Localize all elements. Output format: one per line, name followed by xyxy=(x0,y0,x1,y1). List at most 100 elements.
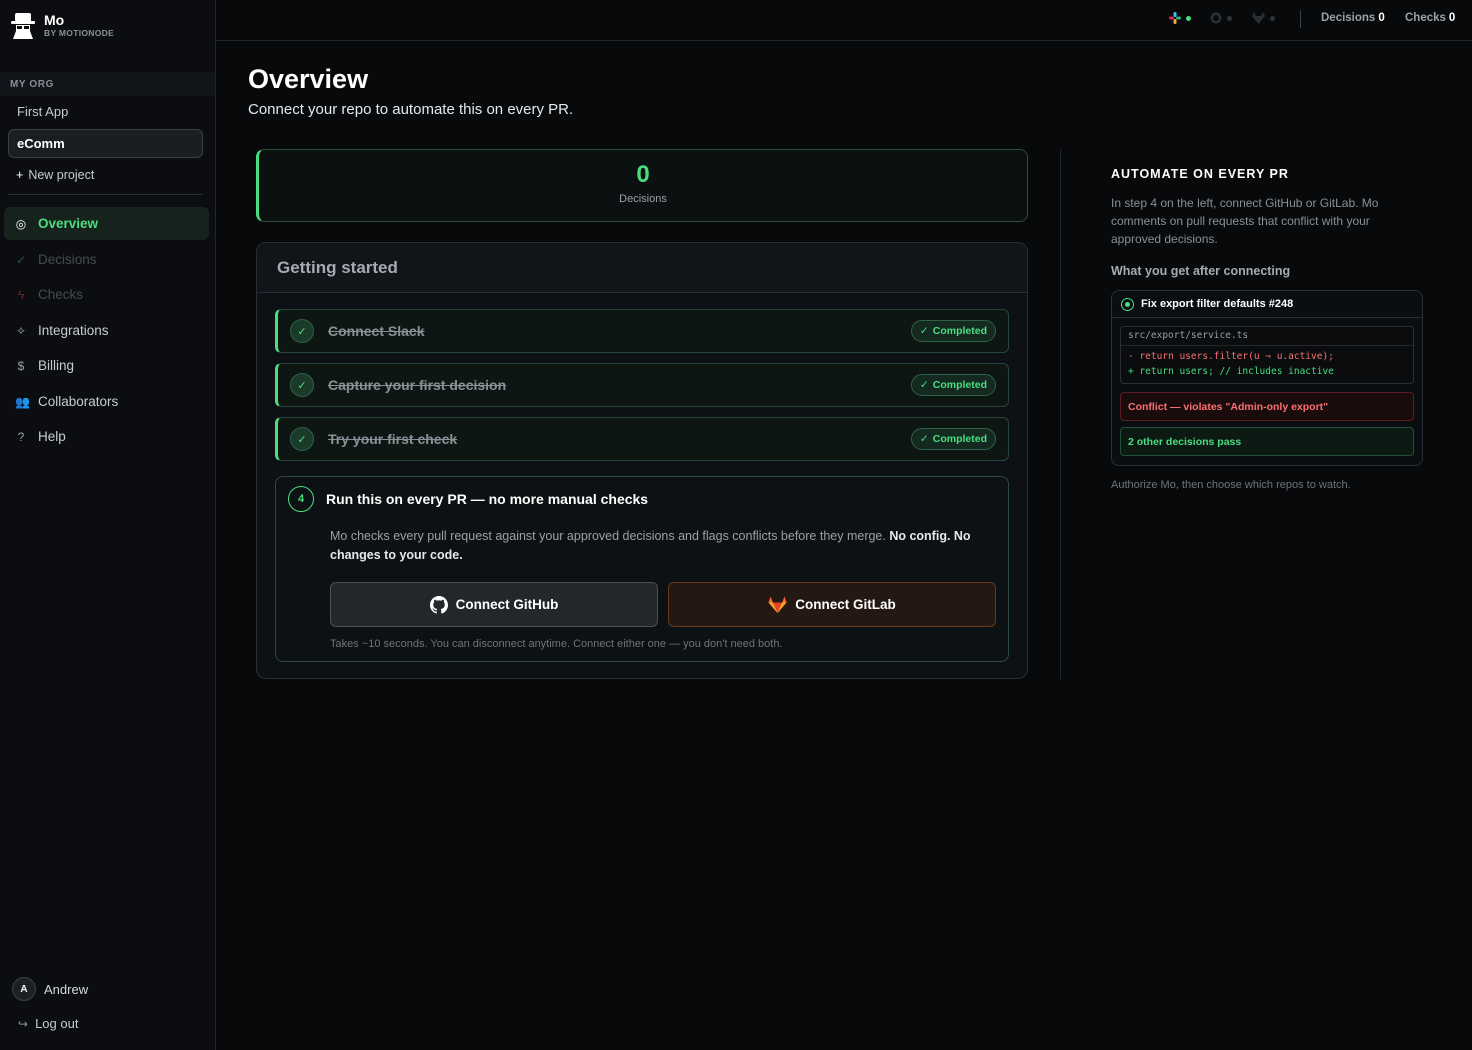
pr-title: Fix export filter defaults #248 xyxy=(1141,298,1294,310)
plus-icon: + xyxy=(16,168,24,182)
getting-started-card: Getting started ✓ Connect Slack ✓ Complet… xyxy=(256,242,1028,679)
checks-stat-count: 0 xyxy=(1448,12,1456,24)
nav-collaborators[interactable]: 👥 Collaborators xyxy=(4,385,209,418)
check-icon: ✓ xyxy=(919,433,929,445)
new-project-button[interactable]: + New project xyxy=(16,168,94,182)
logout-icon: ↪ xyxy=(18,1016,29,1031)
badge-label: Completed xyxy=(932,379,987,391)
bolt-icon: ϟ xyxy=(17,287,25,302)
status-dot xyxy=(1270,15,1275,21)
nav-billing[interactable]: $ Billing xyxy=(4,349,209,382)
decisions-stat-count: 0 xyxy=(1378,12,1385,24)
step-description-text: Mo checks every pull request against you… xyxy=(330,529,890,543)
automate-title: AUTOMATE ON EVERY PR xyxy=(1111,167,1289,181)
github-status[interactable] xyxy=(1210,12,1232,24)
completed-badge: ✓ Completed xyxy=(910,320,996,342)
step-title: Run this on every PR — no more manual ch… xyxy=(326,491,649,507)
check-icon: ✓ xyxy=(919,379,929,391)
slack-status[interactable] xyxy=(1169,12,1191,24)
nav-label: Help xyxy=(38,429,66,444)
diff-removed-line: - return users.filter(u ⇒ u.active); xyxy=(1128,351,1334,362)
logout-label: Log out xyxy=(35,1016,79,1031)
step-description: Mo checks every pull request against you… xyxy=(330,527,994,565)
project-first-app[interactable]: First App xyxy=(8,97,203,126)
nav-decisions[interactable]: ✓ Decisions xyxy=(4,243,209,276)
dollar-icon: $ xyxy=(17,358,25,373)
connect-github-button[interactable]: Connect GitHub xyxy=(330,582,658,627)
nav-label: Billing xyxy=(38,358,75,373)
brand-subtitle: BY MOTIONODE xyxy=(44,28,115,38)
conflict-notice: Conflict — violates "Admin-only export" xyxy=(1120,392,1414,421)
preview-subtitle: What you get after connecting xyxy=(1111,264,1291,278)
connect-gitlab-button[interactable]: Connect GitLab xyxy=(668,582,996,627)
logout-button[interactable]: ↪ Log out xyxy=(18,1016,78,1031)
avatar: A xyxy=(12,977,36,1001)
brand-name: Mo xyxy=(44,12,65,28)
nav-label: Decisions xyxy=(38,252,97,267)
user-profile[interactable]: A Andrew xyxy=(12,977,88,1001)
nav-checks[interactable]: ϟ Checks xyxy=(4,278,209,311)
brand[interactable]: Mo BY MOTIONODE xyxy=(10,12,114,40)
nav-overview[interactable]: ◎ Overview xyxy=(4,207,209,240)
decisions-stat-label: Decisions xyxy=(1321,12,1376,24)
badge-label: Completed xyxy=(932,433,987,445)
status-dot xyxy=(1227,15,1232,21)
divider xyxy=(1300,10,1301,28)
overview-icon: ◎ xyxy=(15,216,27,231)
step-title: Capture your first decision xyxy=(328,377,507,393)
automate-description: In step 4 on the left, connect GitHub or… xyxy=(1111,196,1379,246)
divider xyxy=(8,194,203,195)
step-title: Try your first check xyxy=(328,431,458,447)
gitlab-status[interactable] xyxy=(1252,12,1275,24)
code-file-path: src/export/service.ts xyxy=(1121,327,1413,346)
pr-header: Fix export filter defaults #248 xyxy=(1112,291,1422,318)
diamond-icon: ⟡ xyxy=(17,323,25,337)
check-icon: ✓ xyxy=(15,252,27,267)
step-first-check[interactable]: ✓ Try your first check ✓ Completed xyxy=(275,417,1009,461)
automate-footnote: Authorize Mo, then choose which repos to… xyxy=(1111,479,1351,491)
check-icon: ✓ xyxy=(290,373,314,397)
button-label: Connect GitHub xyxy=(455,597,559,612)
decisions-stat-card[interactable]: 0 Decisions xyxy=(256,149,1028,222)
people-icon: 👥 xyxy=(15,394,30,409)
step-connect-slack[interactable]: ✓ Connect Slack ✓ Completed xyxy=(275,309,1009,353)
step-footnote: Takes ~10 seconds. You can disconnect an… xyxy=(330,638,783,650)
checks-stat[interactable]: Checks 0 xyxy=(1405,12,1455,24)
page-subtitle: Connect your repo to automate this on ev… xyxy=(248,101,574,118)
nav-help[interactable]: ? Help xyxy=(4,420,209,453)
decisions-stat[interactable]: Decisions 0 xyxy=(1321,12,1385,24)
step-number: 4 xyxy=(288,486,314,512)
getting-started-title: Getting started xyxy=(257,243,1027,293)
org-label: MY ORG xyxy=(0,72,215,96)
step-capture-decision[interactable]: ✓ Capture your first decision ✓ Completed xyxy=(275,363,1009,407)
decisions-label: Decisions xyxy=(619,193,667,205)
new-project-label: New project xyxy=(28,168,95,182)
nav-label: Collaborators xyxy=(38,394,119,409)
sidebar: Mo BY MOTIONODE MY ORG First App eComm +… xyxy=(0,0,216,1050)
status-dot xyxy=(1186,15,1191,21)
mo-logo-icon xyxy=(11,13,35,39)
nav-label: Integrations xyxy=(38,323,109,338)
page-title: Overview xyxy=(248,64,369,94)
gitlab-icon xyxy=(768,596,787,613)
code-diff: src/export/service.ts - return users.fil… xyxy=(1120,326,1414,384)
nav-integrations[interactable]: ⟡ Integrations xyxy=(4,314,209,347)
diff-added-line: + return users; // includes inactive xyxy=(1128,366,1334,377)
check-icon: ✓ xyxy=(290,319,314,343)
completed-badge: ✓ Completed xyxy=(910,374,996,396)
pass-notice: 2 other decisions pass xyxy=(1120,427,1414,456)
check-icon: ✓ xyxy=(290,427,314,451)
step-title: Connect Slack xyxy=(328,323,425,339)
topbar: Decisions 0 Checks 0 xyxy=(216,0,1472,41)
pr-preview-card: Fix export filter defaults #248 src/expo… xyxy=(1111,290,1423,466)
user-name: Andrew xyxy=(44,981,89,997)
github-icon xyxy=(429,595,448,614)
slack-icon xyxy=(1169,12,1181,24)
project-ecomm[interactable]: eComm xyxy=(8,129,203,158)
badge-label: Completed xyxy=(932,325,987,337)
completed-badge: ✓ Completed xyxy=(910,428,996,450)
pr-status-icon xyxy=(1121,297,1134,311)
step-run-every-pr: 4 Run this on every PR — no more manual … xyxy=(275,476,1009,662)
gitlab-icon xyxy=(1252,12,1265,24)
nav-label: Overview xyxy=(38,216,99,231)
